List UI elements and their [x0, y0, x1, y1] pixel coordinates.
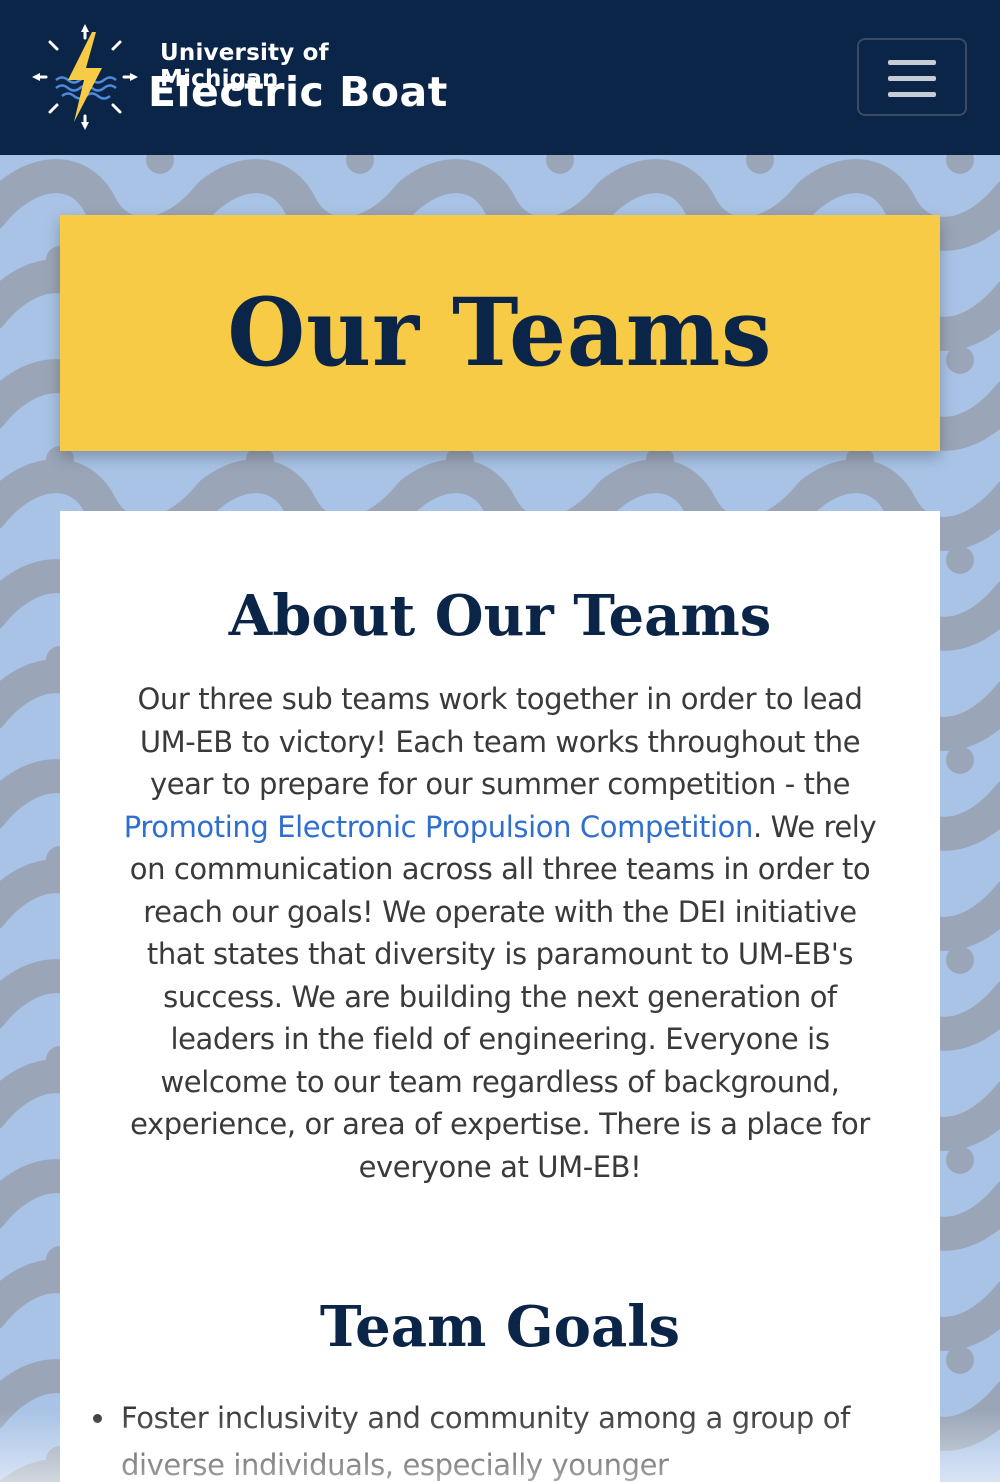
lightning-bolt-compass-icon — [32, 24, 138, 130]
top-navbar: University of Michigan Electric Boat — [0, 0, 1000, 155]
about-teams-card: About Our Teams Our three sub teams work… — [60, 511, 940, 1482]
team-goals-list: Foster inclusivity and community among a… — [90, 1395, 910, 1482]
team-goals-heading: Team Goals — [319, 1294, 681, 1360]
hamburger-menu-button[interactable] — [857, 38, 967, 116]
hamburger-menu-icon — [888, 60, 936, 65]
competition-link[interactable]: Promoting Electronic Propulsion Competit… — [124, 810, 754, 844]
brand-team-name: Electric Boat — [148, 68, 448, 116]
goal-list-item: Foster inclusivity and community among a… — [90, 1395, 910, 1482]
about-text-intro: Our three sub teams work together in ord… — [137, 682, 863, 801]
brand-home-link[interactable]: University of Michigan Electric Boat — [30, 22, 450, 132]
page-title-banner: Our Teams — [60, 215, 940, 451]
page-title: Our Teams — [227, 278, 773, 388]
hamburger-menu-icon — [888, 76, 936, 81]
hamburger-menu-icon — [888, 92, 936, 97]
about-text-rest: . We rely on communication across all th… — [129, 809, 877, 1184]
about-teams-paragraph: Our three sub teams work together in ord… — [118, 678, 882, 1188]
about-teams-heading: About Our Teams — [228, 583, 772, 649]
